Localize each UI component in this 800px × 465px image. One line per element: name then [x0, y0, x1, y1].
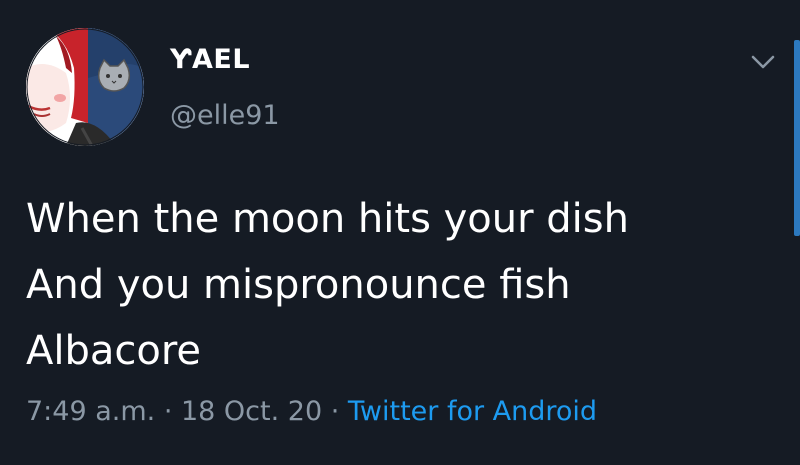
tweet-line: And you mispronounce fish — [26, 262, 571, 308]
display-name[interactable]: ƳAEL — [170, 44, 250, 75]
tweet-source-link[interactable]: Twitter for Android — [348, 396, 597, 427]
avatar[interactable] — [26, 28, 144, 146]
tweet-text: When the moon hits your dish And you mis… — [26, 186, 766, 384]
meta-separator: · — [322, 396, 348, 427]
tweet-line: Albacore — [26, 328, 202, 374]
tweet-time[interactable]: 7:49 a.m. — [26, 396, 155, 427]
avatar-illustration — [26, 28, 144, 146]
tweet-date[interactable]: 18 Oct. 20 — [181, 396, 322, 427]
chevron-down-icon[interactable] — [750, 54, 776, 70]
scrollbar[interactable] — [794, 40, 800, 236]
user-handle[interactable]: @elle91 — [170, 100, 280, 131]
tweet-meta: 7:49 a.m. · 18 Oct. 20 · Twitter for And… — [26, 396, 597, 427]
meta-separator: · — [155, 396, 181, 427]
tweet-card: ƳAEL @elle91 When the moon hits your dis… — [0, 0, 800, 465]
tweet-line: When the moon hits your dish — [26, 196, 629, 242]
